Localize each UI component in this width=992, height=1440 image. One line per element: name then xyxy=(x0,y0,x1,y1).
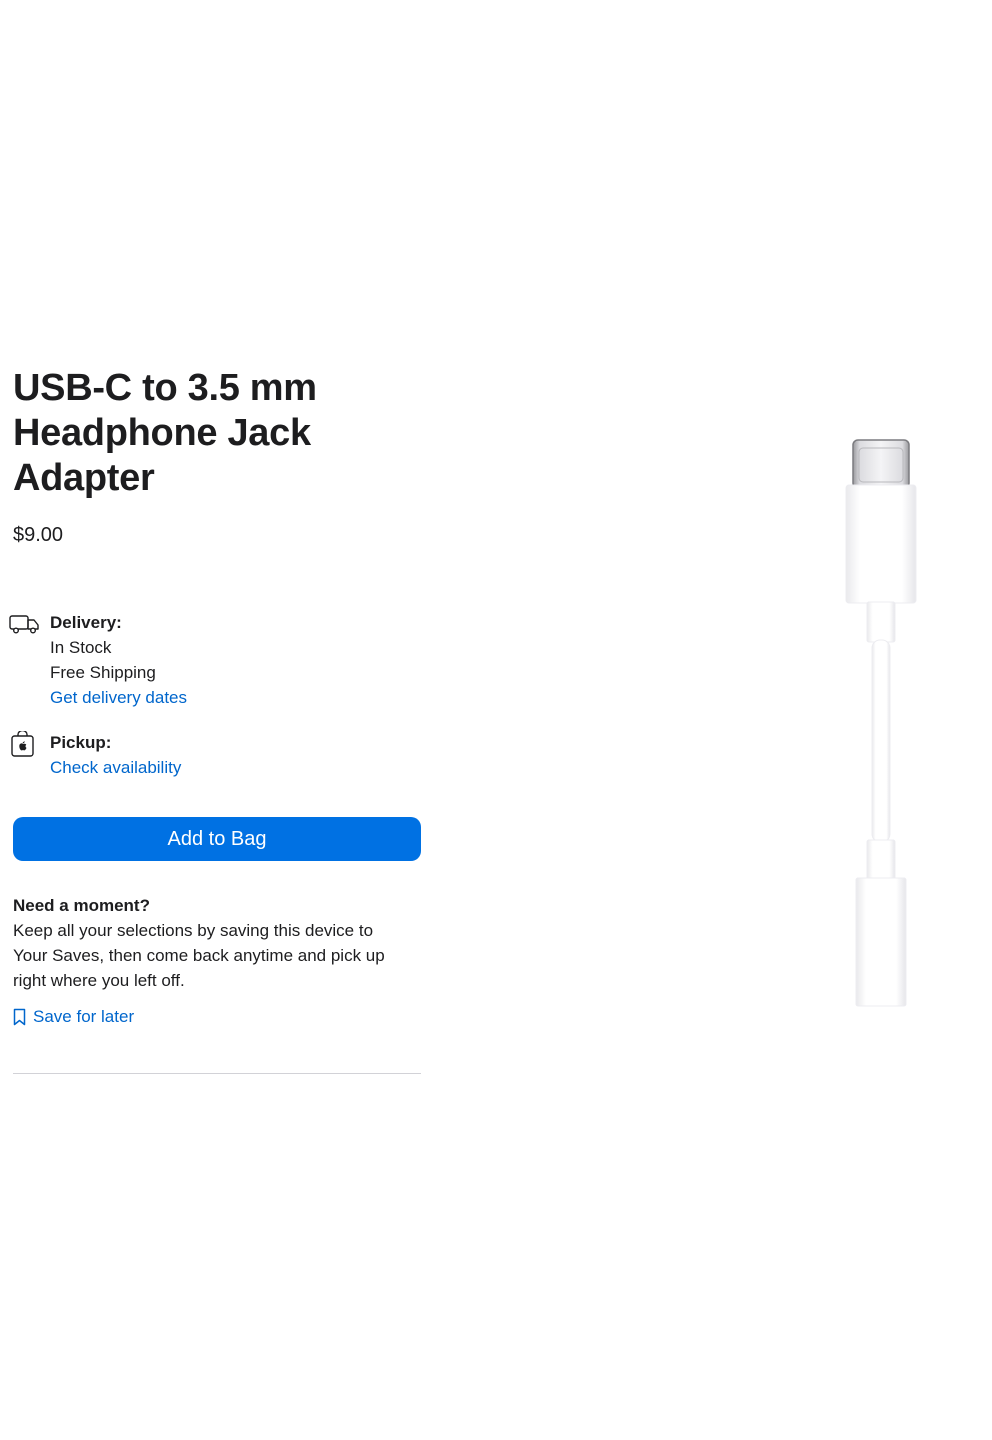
bookmark-icon xyxy=(13,1008,26,1025)
save-for-later-link[interactable]: Save for later xyxy=(13,1004,134,1029)
delivery-truck-icon xyxy=(9,615,39,634)
save-for-later-section: Need a moment? Keep all your selections … xyxy=(13,893,421,1029)
delivery-label: Delivery: xyxy=(50,613,122,632)
delivery-row: Delivery: In Stock Free Shipping Get del… xyxy=(9,610,421,710)
need-a-moment-heading: Need a moment? xyxy=(13,896,150,915)
section-divider xyxy=(13,1073,421,1074)
delivery-shipping: Free Shipping xyxy=(50,663,156,682)
check-availability-link[interactable]: Check availability xyxy=(50,755,421,780)
store-bag-icon xyxy=(11,731,34,757)
product-title: USB-C to 3.5 mm Headphone Jack Adapter xyxy=(13,367,317,499)
pickup-label: Pickup: xyxy=(50,733,112,752)
pickup-row: Pickup: Check availability xyxy=(11,730,421,780)
save-for-later-label: Save for later xyxy=(33,1007,135,1026)
get-delivery-dates-link[interactable]: Get delivery dates xyxy=(50,685,421,710)
product-info-panel: USB-C to 3.5 mm Headphone Jack Adapter $… xyxy=(9,366,421,1074)
fulfillment-section: Delivery: In Stock Free Shipping Get del… xyxy=(9,610,421,780)
delivery-stock: In Stock xyxy=(50,638,112,657)
product-image xyxy=(845,439,917,1007)
add-to-bag-button[interactable]: Add to Bag xyxy=(13,817,421,861)
product-price: $9.00 xyxy=(13,524,64,546)
save-description: Keep all your selections by saving this … xyxy=(13,921,385,990)
